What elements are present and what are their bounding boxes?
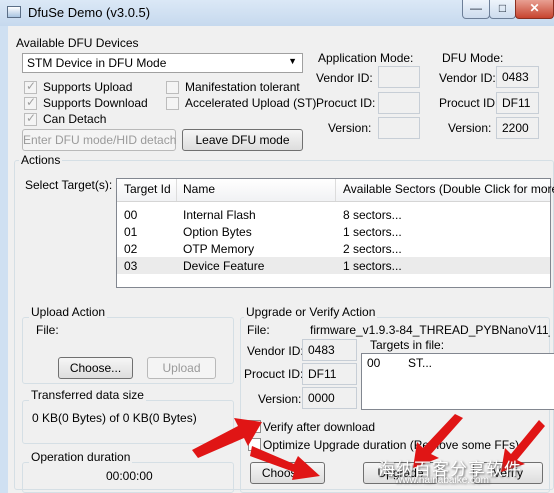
maximize-icon: □ <box>498 1 507 15</box>
target-id-cell: 02 <box>124 242 138 256</box>
target-sectors-cell: 1 sectors... <box>343 225 402 239</box>
app-version-field <box>378 117 420 139</box>
minimize-button[interactable]: — <box>462 0 490 19</box>
close-button[interactable]: ✕ <box>515 0 554 19</box>
watermark-url: www.hainabaike.com <box>395 475 489 486</box>
upgrade-vendor-id-label: Vendor ID: <box>247 344 304 358</box>
check-icon: ✓ <box>26 111 37 125</box>
column-header-name[interactable]: Name <box>183 182 215 196</box>
upgrade-product-id-label: Procuct ID: <box>244 367 304 381</box>
upload-file-label: File: <box>36 323 59 337</box>
column-divider[interactable] <box>335 179 336 201</box>
dfu-version-label: Version: <box>448 121 492 135</box>
target-id-cell: 00 <box>124 208 138 222</box>
manifestation-tolerant-checkbox[interactable] <box>166 81 179 94</box>
close-icon: ✕ <box>529 1 540 15</box>
table-row[interactable]: 02 OTP Memory 2 sectors... <box>117 240 550 257</box>
app-version-label: Version: <box>328 121 372 135</box>
upgrade-version-field: 0000 <box>302 387 357 409</box>
table-row[interactable]: 00 Internal Flash 8 sectors... <box>117 206 550 223</box>
check-icon: ✓ <box>26 79 37 93</box>
target-id-cell: 01 <box>124 225 138 239</box>
upgrade-product-id-field: DF11 <box>302 363 357 385</box>
select-target-label: Select Target(s): <box>25 178 113 192</box>
title-bar[interactable]: DfuSe Demo (v3.0.5) — □ ✕ <box>0 0 554 26</box>
target-sectors-cell: 2 sectors... <box>343 242 402 256</box>
table-row[interactable]: 01 Option Bytes 1 sectors... <box>117 223 550 240</box>
app-vendor-id-field <box>378 66 420 88</box>
app-mode-label: Application Mode: <box>318 51 414 65</box>
column-divider[interactable] <box>176 179 177 201</box>
target-name-cell: Option Bytes <box>183 225 252 239</box>
file-target-id: 00 <box>367 356 381 370</box>
upgrade-action-label: Upgrade or Verify Action <box>244 305 378 319</box>
actions-label: Actions <box>19 153 63 167</box>
check-icon: ✓ <box>26 95 37 109</box>
target-id-cell: 03 <box>124 259 138 273</box>
column-header-sectors[interactable]: Available Sectors (Double Click for more… <box>343 182 554 196</box>
enter-dfu-button[interactable]: Enter DFU mode/HID detach <box>22 129 176 151</box>
app-icon <box>7 6 21 18</box>
available-devices-label: Available DFU Devices <box>16 36 139 50</box>
targets-list[interactable]: Target Id Name Available Sectors (Double… <box>116 178 554 288</box>
dfu-product-id-label: Procuct ID: <box>439 96 499 110</box>
targets-in-file-label: Targets in file: <box>370 338 445 352</box>
target-name-cell: Internal Flash <box>183 208 256 222</box>
supports-upload-checkbox[interactable]: ✓ <box>24 79 37 94</box>
chevron-down-icon: ▼ <box>288 56 297 66</box>
device-select[interactable]: STM Device in DFU Mode ▼ <box>22 53 303 73</box>
accelerated-upload-label: Accelerated Upload (ST) <box>185 96 317 110</box>
upgrade-file-value: firmware_v1.9.3-84_THREAD_PYBNanoV11_MF <box>310 323 550 337</box>
annotation-arrow <box>250 446 320 480</box>
dfu-product-id-field: DF11 <box>496 92 539 114</box>
upload-action-label: Upload Action <box>29 305 108 319</box>
target-sectors-cell: 8 sectors... <box>343 208 402 222</box>
dfu-vendor-id-label: Vendor ID: <box>439 71 496 85</box>
column-header-target-id[interactable]: Target Id <box>124 182 171 196</box>
target-name-cell: OTP Memory <box>183 242 255 256</box>
list-header: Target Id Name Available Sectors (Double… <box>117 179 554 202</box>
duration-value: 00:00:00 <box>106 469 153 483</box>
manifestation-tolerant-label: Manifestation tolerant <box>185 80 300 94</box>
client-area: Available DFU Devices STM Device in DFU … <box>8 26 554 493</box>
dfu-mode-label: DFU Mode: <box>442 51 504 65</box>
duration-label: Operation duration <box>29 450 133 464</box>
table-row-selected[interactable]: 03 Device Feature 1 sectors... <box>117 257 550 274</box>
leave-dfu-button[interactable]: Leave DFU mode <box>182 129 303 151</box>
can-detach-checkbox[interactable]: ✓ <box>24 111 37 126</box>
can-detach-label: Can Detach <box>43 112 107 126</box>
app-product-id-field <box>378 92 420 114</box>
supports-download-checkbox[interactable]: ✓ <box>24 95 37 110</box>
device-select-value: STM Device in DFU Mode <box>27 56 167 70</box>
dfu-version-field: 2200 <box>496 117 539 139</box>
window-title: DfuSe Demo (v3.0.5) <box>28 5 151 20</box>
transferred-label: Transferred data size <box>29 388 146 402</box>
transferred-value: 0 KB(0 Bytes) of 0 KB(0 Bytes) <box>32 411 197 425</box>
app-vendor-id-label: Vendor ID: <box>316 71 373 85</box>
upgrade-vendor-id-field: 0483 <box>302 339 357 361</box>
upgrade-file-label: File: <box>247 323 270 337</box>
dfu-vendor-id-field: 0483 <box>496 66 539 88</box>
upload-choose-button[interactable]: Choose... <box>58 357 133 379</box>
minimize-icon: — <box>470 1 482 15</box>
target-name-cell: Device Feature <box>183 259 265 273</box>
file-target-name: ST... <box>408 356 433 370</box>
targets-in-file-list[interactable]: 00 ST... <box>361 353 554 410</box>
supports-upload-label: Supports Upload <box>43 80 133 94</box>
accelerated-upload-checkbox[interactable] <box>166 97 179 110</box>
target-sectors-cell: 1 sectors... <box>343 259 402 273</box>
upload-button[interactable]: Upload <box>147 357 216 379</box>
maximize-button[interactable]: □ <box>489 0 516 19</box>
app-product-id-label: Procuct ID: <box>316 96 376 110</box>
upgrade-version-label: Version: <box>258 392 302 406</box>
supports-download-label: Supports Download <box>43 96 148 110</box>
